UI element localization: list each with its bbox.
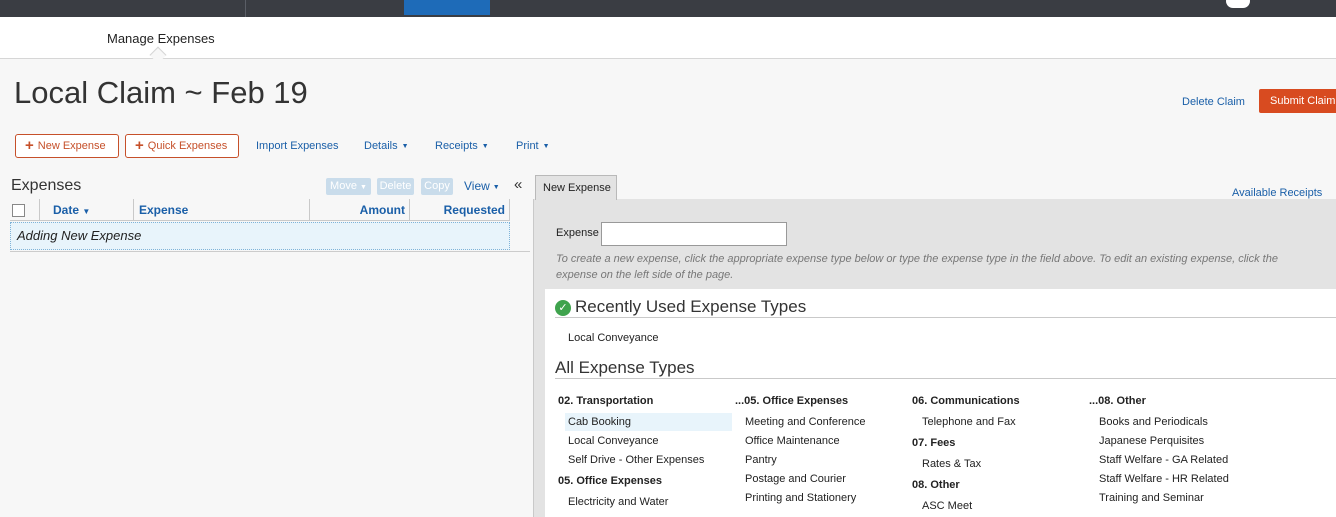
amount-column-header[interactable]: Amount [310,199,410,221]
expense-type-link[interactable]: Japanese Perquisites [1099,435,1204,447]
expense-type-input[interactable] [601,222,787,246]
expense-type-link[interactable]: Electricity and Water [568,496,668,508]
available-receipts-link[interactable]: Available Receipts [1232,187,1322,199]
recent-types-title: Recently Used Expense Types [575,297,807,316]
select-all-cell [10,199,40,221]
quick-expenses-button[interactable]: + Quick Expenses [125,134,239,158]
expense-type-link[interactable]: Telephone and Fax [922,416,1016,428]
date-column-header[interactable]: Date ▼ [40,199,134,221]
divider [555,317,1336,318]
instructions-text: To create a new expense, click the appro… [556,253,1278,281]
move-label: Move [330,180,357,192]
quick-expenses-label: Quick Expenses [147,140,228,152]
category-heading: 05. Office Expenses [558,475,662,487]
expense-type-link[interactable]: Staff Welfare - HR Related [1099,473,1229,485]
expense-type-link[interactable]: Pantry [745,454,777,466]
requested-column-header[interactable]: Requested [410,199,510,221]
expense-type-link[interactable]: Local Conveyance [568,435,659,447]
expense-type-link[interactable]: Staff Welfare - GA Related [1099,454,1228,466]
active-indicator-caret [149,46,167,64]
collapse-panel-icon[interactable]: « [514,176,522,193]
expenses-grid-header: Date ▼ Expense Amount Requested [10,199,510,221]
category-heading: ...05. Office Expenses [735,395,849,407]
tab-new-expense[interactable]: New Expense [535,175,617,200]
expense-type-link[interactable]: Office Maintenance [745,435,840,447]
receipts-label: Receipts [435,140,478,152]
category-heading: 02. Transportation [558,395,654,407]
import-expenses-link[interactable]: Import Expenses [256,140,339,152]
expense-type-link[interactable]: Books and Periodicals [1099,416,1208,428]
expense-type-link[interactable]: Printing and Stationery [745,492,856,504]
category-heading: 08. Other [912,479,960,491]
check-circle-icon: ✓ [555,300,571,316]
top-nav-bar [0,0,1336,17]
divider [555,378,1336,379]
chevron-down-icon: ▼ [481,143,489,150]
receipts-menu[interactable]: Receipts ▼ [435,140,489,152]
page-title: Local Claim ~ Feb 19 [14,75,308,110]
sort-desc-icon: ▼ [82,207,91,216]
chevron-down-icon: ▼ [360,184,367,191]
chevron-down-icon: ▼ [542,143,550,150]
expense-type-link[interactable]: Postage and Courier [745,473,846,485]
print-menu[interactable]: Print ▼ [516,140,550,152]
all-types-heading: All Expense Types [555,358,695,377]
details-menu[interactable]: Details ▼ [364,140,409,152]
new-expense-label: New Expense [37,140,106,152]
category-heading: 06. Communications [912,395,1020,407]
expense-type-link[interactable]: Self Drive - Other Expenses [568,454,704,466]
plus-icon: + [135,137,144,154]
expense-type-link[interactable]: ASC Meet [922,500,972,512]
table-row[interactable]: Adding New Expense [10,222,510,250]
expense-column-header[interactable]: Expense [134,199,310,221]
submit-claim-button[interactable]: Submit Claim [1259,89,1336,113]
user-avatar-icon[interactable] [1226,0,1250,8]
expense-type-label: Expense [556,227,599,239]
chevron-down-icon: ▼ [492,184,500,191]
expense-type-link[interactable]: Local Conveyance [568,332,659,344]
plus-icon: + [25,137,34,154]
active-nav-tab[interactable] [404,0,490,15]
expense-type-link[interactable]: Rates & Tax [922,458,981,470]
nav-divider [245,0,246,17]
expense-type-link[interactable]: Cab Booking [565,413,732,431]
expense-type-link[interactable]: Training and Seminar [1099,492,1204,504]
delete-button[interactable]: Delete [377,178,414,195]
category-heading: ...08. Other [1089,395,1146,407]
category-heading: 07. Fees [912,437,956,449]
recent-types-heading: ✓ Recently Used Expense Types [555,297,806,317]
expense-types-box: ✓ Recently Used Expense Types Local Conve… [545,289,1336,517]
view-label: View [464,179,490,193]
copy-button[interactable]: Copy [421,178,453,195]
delete-claim-link[interactable]: Delete Claim [1182,96,1245,108]
move-button[interactable]: Move ▼ [326,178,371,195]
select-all-checkbox[interactable] [12,204,25,217]
sub-nav: Manage Expenses [0,17,1336,64]
divider [10,251,530,252]
date-header-label: Date [53,203,80,217]
nav-manage-expenses[interactable]: Manage Expenses [107,31,215,46]
details-label: Details [364,140,398,152]
expenses-heading: Expenses [11,177,82,194]
print-label: Print [516,140,539,152]
chevron-down-icon: ▼ [401,143,409,150]
view-menu[interactable]: View ▼ [464,179,500,193]
expense-type-link[interactable]: Meeting and Conference [745,416,865,428]
new-expense-button[interactable]: + New Expense [15,134,119,158]
